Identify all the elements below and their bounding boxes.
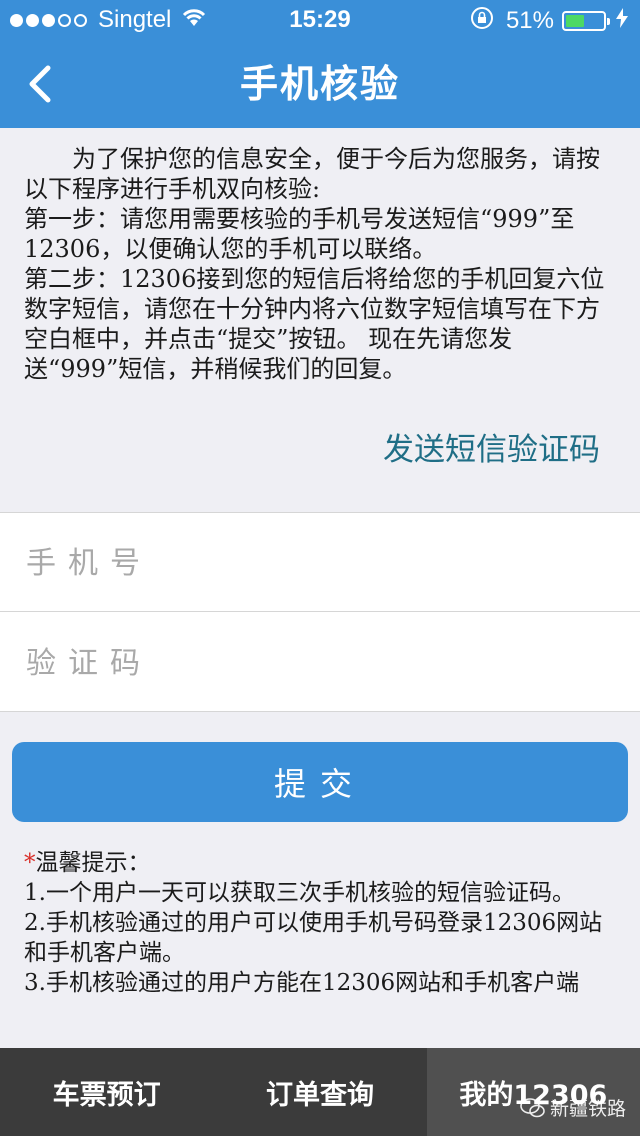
lock-rotation-icon [470, 6, 494, 36]
required-star: * [24, 850, 36, 876]
send-sms-code-link[interactable]: 发送短信验证码 [383, 424, 600, 469]
tips-title: 温馨提示： [35, 850, 151, 876]
tips-heading: *温馨提示： [24, 848, 616, 878]
verification-instructions: 为了保护您的信息安全，便于今后为您服务，请按以下程序进行手机双向核验: 第一步：… [24, 144, 616, 384]
watermark: 新疆铁路 [520, 1094, 626, 1121]
battery-fill [566, 15, 585, 27]
watermark-text: 新疆铁路 [549, 1098, 626, 1120]
instructions-intro: 为了保护您的信息安全，便于今后为您服务，请按以下程序进行手机双向核验: [24, 145, 600, 203]
page-title: 手机核验 [239, 62, 400, 106]
tab-order-query[interactable]: 订单查询 [213, 1048, 426, 1136]
phone-number-input[interactable] [26, 533, 606, 593]
status-bar: Singtel 15:29 51% [0, 0, 640, 40]
battery-icon [562, 11, 610, 31]
tab-my-12306[interactable]: 我的12306 [426, 1048, 640, 1136]
tips-section: *温馨提示： 1.一个用户一天可以获取三次手机核验的短信验证码。 2.手机核验通… [24, 848, 616, 1006]
wechat-icon [520, 1097, 546, 1118]
instructions-step-1: 第一步：请您用需要核验的手机号发送短信“999”至12306，以便确认您的手机可… [24, 205, 575, 263]
nav-bar: 手机核验 [0, 40, 640, 128]
submit-button[interactable]: 提交 [12, 742, 628, 822]
tab-ticket-booking[interactable]: 车票预订 [0, 1048, 213, 1136]
status-right: 51% [470, 6, 628, 36]
tip-item: 1.一个用户一天可以获取三次手机核验的短信验证码。 [24, 880, 575, 906]
battery-percent: 51% [505, 7, 554, 34]
tip-item: 2.手机核验通过的用户可以使用手机号码登录12306网站和手机客户端。 [24, 910, 603, 966]
instructions-step-2: 第二步：12306接到您的短信后将给您的手机回复六位数字短信，请您在十分钟内将六… [24, 265, 605, 383]
bottom-tab-bar: 车票预订 订单查询 我的12306 [0, 1048, 640, 1136]
phone-row [0, 513, 640, 612]
code-row [0, 613, 640, 712]
verification-code-input[interactable] [26, 633, 606, 693]
charging-icon [616, 8, 628, 34]
tip-item: 3.手机核验通过的用户方能在12306网站和手机客户端 [24, 970, 580, 996]
verification-form [0, 512, 640, 712]
